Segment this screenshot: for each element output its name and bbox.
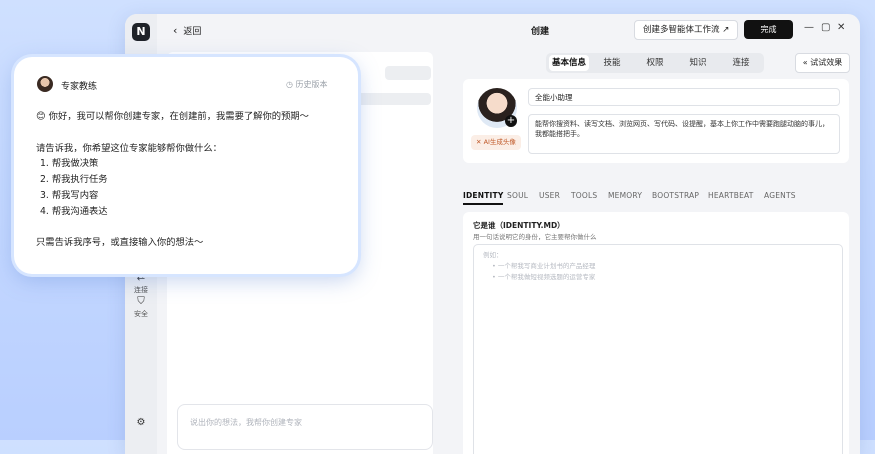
rail-item-label: 安全: [134, 310, 148, 318]
option-item: 4. 帮我沟通表达: [40, 205, 108, 217]
rail-item-connect[interactable]: ⇄ 连接: [125, 272, 157, 295]
sparkle-icon: ✕: [476, 138, 484, 146]
placeholder-bar: [357, 93, 431, 105]
identity-editor[interactable]: 例如： • 一个帮我写商业计划书的产品经理 • 一个帮我做短视频选题的运营专家: [473, 244, 843, 454]
question-text: 请告诉我，你希望这位专家能够帮你做什么：: [36, 142, 222, 154]
tab-soul[interactable]: SOUL: [507, 191, 528, 200]
chat-input-placeholder: 说出你的想法，我帮你创建专家: [190, 418, 302, 427]
placeholder-item: • 一个帮我写商业计划书的产品经理: [492, 262, 596, 270]
tab-agents[interactable]: AGENTS: [764, 191, 796, 200]
placeholder-bar: [385, 66, 431, 80]
coach-avatar: [37, 76, 53, 92]
done-button[interactable]: 完成: [744, 20, 793, 39]
ai-avatar-label: AI生成头像: [483, 138, 516, 146]
placeholder-item: • 一个帮我做短视频选题的运营专家: [492, 273, 596, 281]
tab-skills[interactable]: 技能: [593, 55, 631, 71]
tab-permissions[interactable]: 权限: [636, 55, 674, 71]
page-title: 创建: [531, 27, 550, 37]
shield-icon: ⛉: [137, 296, 145, 307]
identity-editor-card: 它是谁（IDENTITY.MD） 用一句话说明它的身份，它主要帮你做什么 例如：…: [463, 212, 849, 454]
identity-title: 它是谁（IDENTITY.MD）: [473, 221, 565, 230]
app-logo: N: [132, 23, 150, 41]
rail-item-label: 连接: [134, 286, 148, 294]
history-button[interactable]: ◷ 历史版本: [286, 79, 328, 90]
collapse-icon: «: [802, 58, 808, 67]
gear-icon: ⚙: [136, 417, 146, 428]
placeholder-item-text: 一个帮我写商业计划书的产品经理: [497, 262, 596, 270]
maximize-button[interactable]: ▢: [821, 22, 830, 33]
profile-card: + ✕ AI生成头像 全能小助理 能帮你搜资料、读写文档、浏览网页、写代码、设提…: [463, 79, 849, 163]
placeholder-intro: 例如：: [483, 251, 503, 259]
coach-message: 😊 你好，我可以帮你创建专家，在创建前，我需要了解你的预期～ 请告诉我，你希望这…: [36, 109, 346, 251]
settings-button[interactable]: ⚙: [125, 417, 157, 430]
top-bar: ‹ 返回 创建 创建多智能体工作流 ↗ 完成 — ▢ ✕: [157, 14, 860, 46]
editor-placeholder: 例如： • 一个帮我写商业计划书的产品经理 • 一个帮我做短视频选题的运营专家: [483, 250, 595, 283]
clock-icon: ◷: [286, 80, 296, 89]
back-label: 返回: [183, 27, 202, 37]
tab-tools[interactable]: TOOLS: [571, 191, 597, 200]
option-item: 2. 帮我执行任务: [40, 174, 108, 186]
placeholder-item-text: 一个帮我做短视频选题的运营专家: [497, 273, 596, 281]
tab-knowledge[interactable]: 知识: [679, 55, 717, 71]
plus-icon[interactable]: +: [505, 115, 517, 127]
config-panel: 基本信息 技能 权限 知识 连接 « 试试效果 + ✕ AI生成头像 全能小助理…: [462, 50, 850, 454]
greeting-text: 😊 你好，我可以帮你创建专家，在创建前，我需要了解你的预期～: [36, 111, 309, 122]
tab-identity[interactable]: IDENTITY: [463, 191, 504, 205]
closing-text: 只需告诉我序号，或直接输入你的想法～: [36, 237, 204, 249]
option-item: 1. 帮我做决策: [40, 158, 99, 170]
try-effect-button[interactable]: « 试试效果: [795, 53, 850, 73]
create-multi-agent-button[interactable]: 创建多智能体工作流 ↗: [634, 20, 739, 40]
chevron-left-icon: ‹: [173, 24, 178, 37]
tab-basic-info[interactable]: 基本信息: [549, 55, 589, 71]
identity-subtitle: 用一句话说明它的身份，它主要帮你做什么: [473, 233, 597, 241]
description-field[interactable]: 能帮你搜资料、读写文档、浏览网页、写代码、设提醒，基本上你工作中需要跑腿动脑的事…: [528, 114, 840, 154]
minimize-button[interactable]: —: [804, 22, 814, 33]
tab-heartbeat[interactable]: HEARTBEAT: [708, 191, 754, 200]
name-field[interactable]: 全能小助理: [528, 88, 840, 106]
ai-generate-avatar-button[interactable]: ✕ AI生成头像: [471, 135, 521, 150]
tab-user[interactable]: USER: [539, 191, 560, 200]
coach-message-card: 专家教练 ◷ 历史版本 😊 你好，我可以帮你创建专家，在创建前，我需要了解你的预…: [14, 57, 358, 274]
coach-name: 专家教练: [61, 82, 98, 92]
close-button[interactable]: ✕: [837, 22, 845, 33]
option-item: 3. 帮我写内容: [40, 189, 99, 201]
tab-bootstrap[interactable]: BOOTSTRAP: [652, 191, 699, 200]
tab-connect[interactable]: 连接: [722, 55, 760, 71]
tab-bar: 基本信息 技能 权限 知识 连接: [546, 53, 764, 73]
back-button[interactable]: ‹ 返回: [173, 24, 201, 37]
try-effect-label: 试试效果: [810, 58, 843, 67]
rail-item-security[interactable]: ⛉ 安全: [125, 296, 157, 319]
tab-memory[interactable]: MEMORY: [608, 191, 642, 200]
history-label: 历史版本: [295, 80, 328, 89]
chat-input[interactable]: 说出你的想法，我帮你创建专家: [177, 404, 433, 450]
